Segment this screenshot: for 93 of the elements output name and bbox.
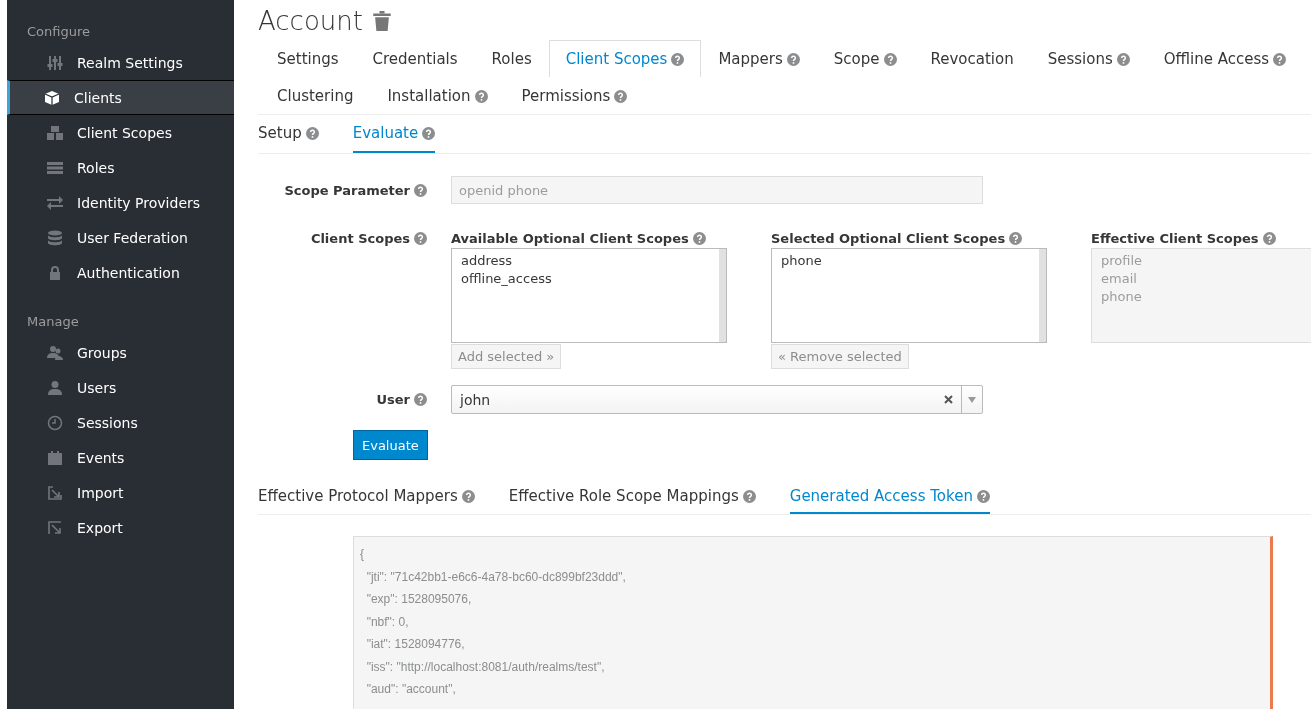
sidebar-item[interactable]: Authentication [7, 255, 234, 290]
cubes-icon [47, 125, 63, 140]
import-icon [48, 485, 62, 500]
subtab[interactable]: Setup [258, 115, 319, 153]
result-tab[interactable]: Effective Role Scope Mappings [508, 480, 756, 514]
column-title: Selected Optional Client Scopes [771, 230, 1006, 246]
sidebar-item[interactable]: User Federation [7, 220, 234, 255]
list-option[interactable]: phone [781, 252, 1037, 270]
scope-list[interactable]: address offline_access [451, 248, 727, 343]
help-icon[interactable] [1116, 52, 1130, 66]
column-title: Effective Client Scopes [1091, 230, 1259, 246]
list-option[interactable]: address [461, 252, 717, 270]
tab[interactable]: Clustering [260, 77, 371, 114]
evaluate-button[interactable]: Evaluate [353, 430, 428, 460]
sidebar-item[interactable]: Client Scopes [7, 115, 234, 150]
user-icon [48, 380, 62, 395]
scope-list[interactable]: phone [771, 248, 1047, 343]
sidebar-item[interactable]: Identity Providers [7, 185, 234, 220]
sidebar-item[interactable]: Export [7, 510, 234, 545]
help-icon[interactable] [414, 393, 427, 406]
sidebar-item[interactable]: Groups [7, 335, 234, 370]
tab[interactable]: Installation [370, 77, 505, 114]
sidebar-item[interactable]: Sessions [7, 405, 234, 440]
tab[interactable]: Mappers [701, 40, 817, 77]
sidebar-item[interactable]: Realm Settings [7, 45, 234, 80]
sliders-icon [47, 55, 63, 70]
lock-icon [50, 265, 60, 280]
tab[interactable]: Roles [474, 40, 549, 77]
help-icon[interactable] [474, 89, 488, 103]
sidebar-item[interactable]: Import [7, 475, 234, 510]
sidebar-item[interactable]: Roles [7, 150, 234, 185]
section-heading: Configure [26, 23, 91, 41]
code-line: "nbf": 0, [365, 613, 410, 631]
list-option: profile [1101, 252, 1311, 270]
scrollbar[interactable] [1039, 249, 1046, 342]
help-icon[interactable] [414, 231, 427, 245]
caret-icon[interactable] [968, 396, 976, 403]
list-option: email [1101, 270, 1311, 288]
help-icon[interactable] [414, 183, 427, 197]
code-line: "exp": 1528095076, [365, 591, 473, 608]
page-title: Account [258, 6, 363, 36]
field-label: Scope Parameter [284, 182, 410, 198]
column-title: Available Optional Client Scopes [451, 230, 689, 246]
help-icon[interactable] [1009, 231, 1023, 245]
trash-icon[interactable] [373, 11, 391, 31]
help-icon[interactable] [692, 231, 706, 245]
clock-icon [47, 415, 63, 430]
tab[interactable]: Scope [816, 40, 914, 77]
cube-icon [44, 90, 60, 106]
exchange-icon [47, 195, 63, 210]
tab[interactable]: Offline Access [1146, 40, 1304, 77]
subtab[interactable]: Evaluate [352, 115, 436, 153]
users-icon [47, 345, 63, 360]
help-icon[interactable] [742, 489, 756, 503]
help-icon[interactable] [422, 126, 436, 140]
help-icon[interactable] [976, 489, 990, 503]
sidebar-item[interactable]: Users [7, 370, 234, 405]
help-icon[interactable] [883, 52, 897, 66]
user-select[interactable]: john [451, 385, 983, 414]
clear-icon[interactable] [944, 395, 953, 404]
help-icon[interactable] [614, 89, 628, 103]
code-line: { [360, 546, 365, 563]
code-line: "iss": "http://localhost:8081/auth/realms/test", [365, 658, 606, 676]
help-icon[interactable] [671, 52, 685, 66]
code-line: "iat": 1528094776, [365, 636, 466, 653]
list-option[interactable]: offline_access [461, 270, 717, 288]
sidebar-item[interactable]: Clients [7, 80, 234, 115]
section-heading: Manage [26, 313, 80, 331]
tab[interactable]: Sessions [1030, 40, 1147, 77]
scope-parameter-field: openid phone [451, 176, 983, 204]
database-icon [48, 230, 62, 245]
help-icon[interactable] [1273, 52, 1287, 66]
export-icon [48, 520, 62, 535]
result-tab[interactable]: Generated Access Token [789, 480, 990, 514]
help-icon[interactable] [786, 52, 800, 66]
code-line: "jti": "71c42bb1-e6c6-4a78-bc60-dc899bf23ddd", [365, 568, 627, 586]
field-label: Client Scopes [310, 230, 410, 246]
scrollbar[interactable] [719, 249, 726, 342]
tab[interactable]: Settings [260, 40, 356, 77]
help-icon[interactable] [1262, 231, 1276, 245]
help-icon[interactable] [305, 126, 319, 140]
server-icon [47, 161, 63, 174]
result-tab[interactable]: Effective Protocol Mappers [258, 480, 475, 514]
tab[interactable]: Permissions [504, 77, 645, 114]
tab[interactable]: Revocation [913, 40, 1031, 77]
calendar-icon [48, 450, 62, 465]
tab[interactable]: Credentials [355, 40, 475, 77]
field-label: User [376, 392, 410, 407]
list-option: phone [1101, 288, 1311, 306]
code-line: "aud": "account", [365, 681, 457, 698]
tab[interactable]: Client Scopes [548, 40, 702, 77]
sidebar-item[interactable]: Events [7, 440, 234, 475]
help-icon[interactable] [461, 489, 475, 503]
